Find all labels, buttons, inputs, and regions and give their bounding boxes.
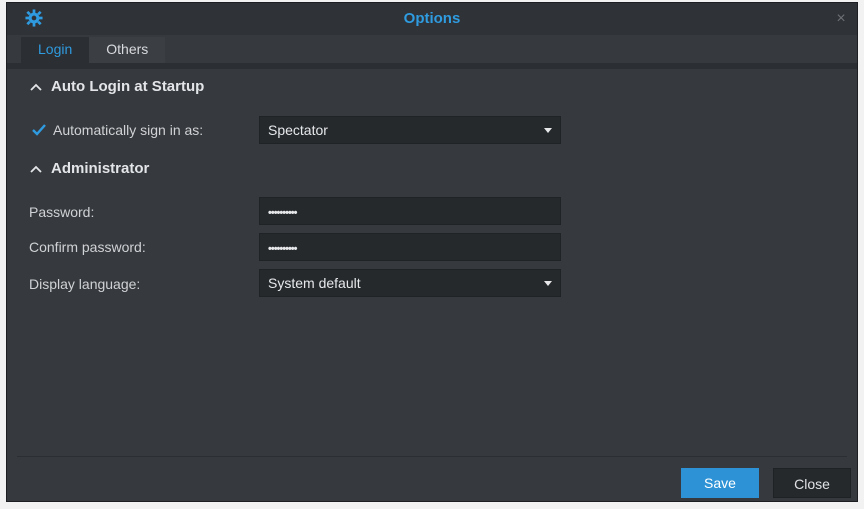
confirm-password-label: Confirm password: — [29, 239, 146, 255]
window-title: Options — [403, 10, 461, 27]
password-field[interactable]: •••••••••• — [259, 197, 561, 225]
close-icon[interactable]: × — [831, 9, 851, 29]
save-button[interactable]: Save — [681, 468, 759, 498]
sign-in-user-value: Spectator — [268, 122, 328, 138]
chevron-up-icon — [30, 165, 42, 173]
dropdown-arrow-icon — [544, 128, 552, 133]
tab-bar: Login Others — [21, 37, 166, 63]
display-language-value: System default — [268, 275, 361, 291]
close-button[interactable]: Close — [773, 468, 851, 498]
password-label: Password: — [29, 204, 95, 220]
tab-strip-divider — [7, 63, 857, 69]
confirm-password-value: •••••••••• — [268, 243, 297, 255]
tab-others[interactable]: Others — [89, 37, 166, 63]
sign-in-user-select[interactable]: Spectator — [259, 116, 561, 144]
auto-sign-in-checkbox[interactable]: Automatically sign in as: — [31, 119, 203, 141]
section-administrator-header[interactable]: Administrator — [29, 158, 149, 180]
dropdown-arrow-icon — [544, 281, 552, 286]
display-language-select[interactable]: System default — [259, 269, 561, 297]
options-dialog: Options × Login Others Auto Login at Sta… — [6, 2, 858, 502]
display-language-label: Display language: — [29, 276, 141, 292]
checkmark-icon — [32, 124, 46, 136]
password-value: •••••••••• — [268, 207, 297, 219]
tab-login[interactable]: Login — [21, 37, 90, 63]
footer-divider — [17, 456, 847, 457]
auto-sign-in-label: Automatically sign in as: — [53, 122, 204, 138]
chevron-up-icon — [30, 83, 42, 91]
title-bar: Options × — [7, 3, 857, 35]
section-auto-login-header[interactable]: Auto Login at Startup — [29, 76, 204, 98]
confirm-password-field[interactable]: •••••••••• — [259, 233, 561, 261]
section-auto-login-title: Auto Login at Startup — [51, 78, 205, 95]
section-administrator-title: Administrator — [51, 160, 150, 177]
